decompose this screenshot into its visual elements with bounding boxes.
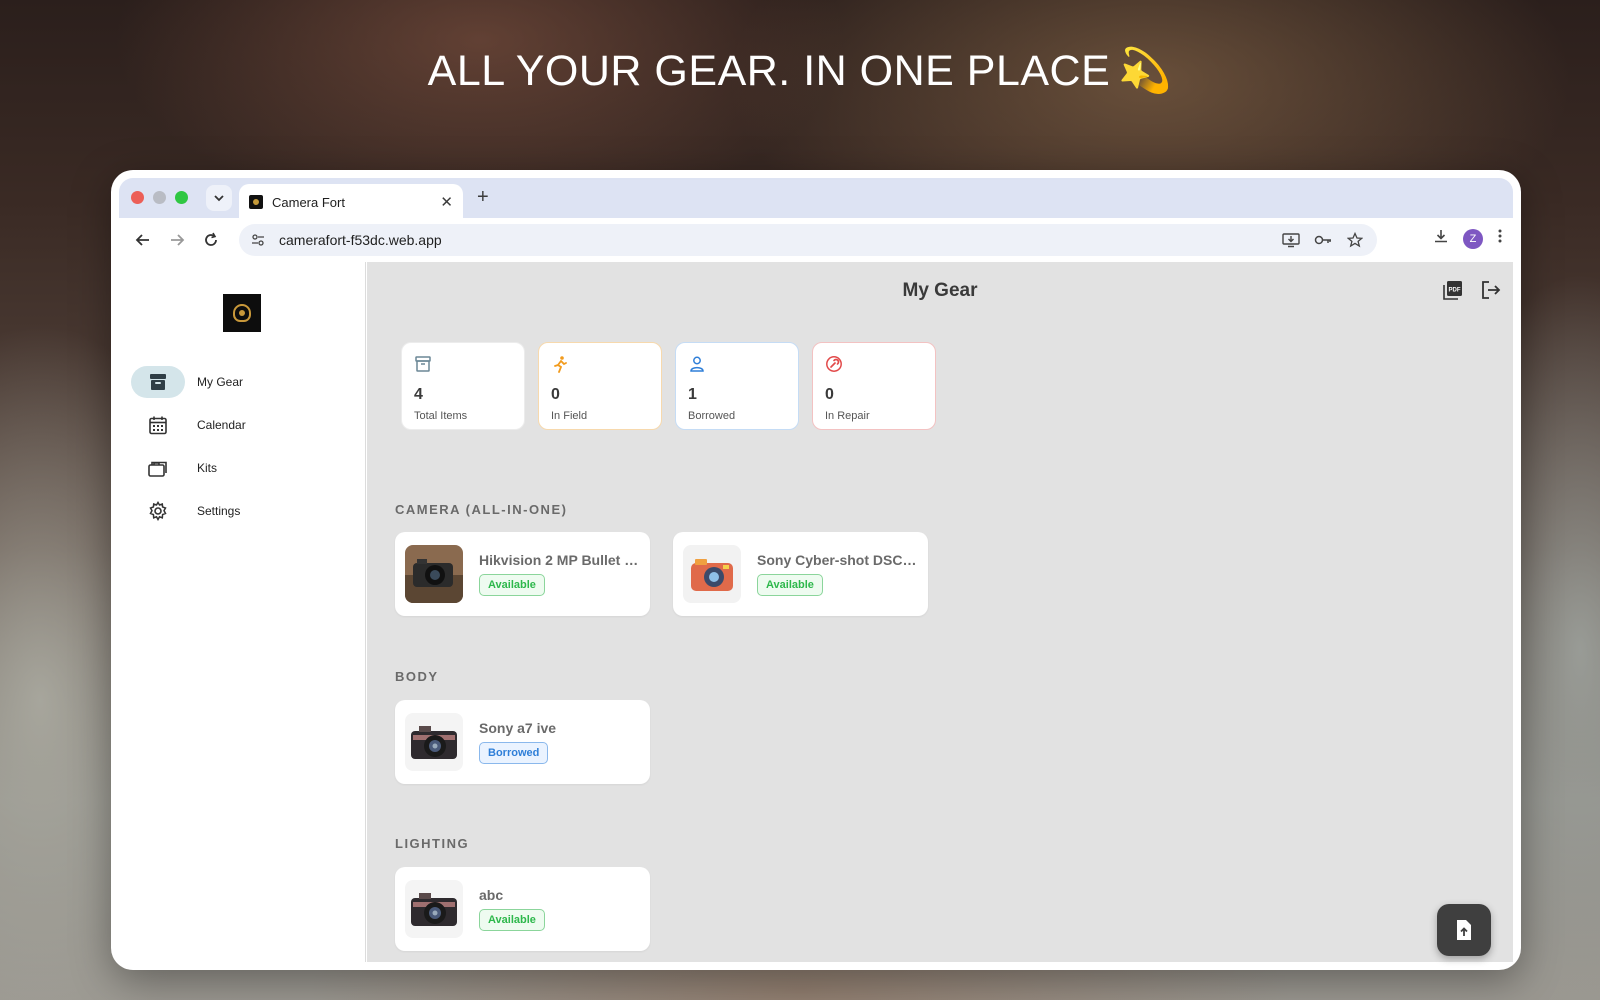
maximize-window-button[interactable] — [175, 191, 188, 204]
pdf-icon: PDF — [1443, 281, 1462, 300]
sidebar-item-calendar[interactable]: Calendar — [131, 409, 351, 441]
stat-label: In Field — [551, 410, 588, 422]
gear-card[interactable]: Sony Cyber-shot DSC-RX100 Available — [673, 532, 928, 616]
sidebar-item-label: My Gear — [197, 375, 244, 389]
sidebar-item-label: Calendar — [197, 418, 246, 432]
kits-icon — [131, 452, 185, 484]
stat-label: In Repair — [825, 410, 870, 422]
gear-card[interactable]: abc Available — [395, 867, 650, 951]
close-window-button[interactable] — [131, 191, 144, 204]
arrow-right-icon — [171, 234, 185, 246]
browser-toolbar: camerafort-f53dc.web.app Z — [119, 218, 1513, 262]
chevron-down-icon — [214, 195, 224, 202]
favicon-icon — [249, 195, 263, 209]
running-person-icon — [554, 356, 567, 373]
export-pdf-button[interactable]: PDF — [1441, 278, 1465, 302]
gear-thumbnail — [405, 713, 463, 771]
file-upload-icon — [1457, 920, 1471, 940]
stat-card-in-field: 0 In Field — [538, 342, 662, 430]
gear-thumbnail — [405, 880, 463, 938]
calendar-icon — [131, 409, 185, 441]
logout-icon — [1482, 281, 1501, 299]
svg-text:PDF: PDF — [1449, 288, 1461, 294]
tab-close-icon[interactable]: ✕ — [440, 193, 453, 211]
sidebar-item-label: Kits — [197, 461, 218, 475]
tab-title: Camera Fort — [272, 194, 345, 210]
import-file-button[interactable] — [1437, 904, 1491, 956]
section-title: LIGHTING — [395, 836, 470, 851]
status-badge: Borrowed — [479, 742, 549, 764]
browser-tab-strip: Camera Fort ✕ + — [119, 178, 1513, 220]
stat-value: 0 — [551, 386, 560, 403]
sidebar-item-settings[interactable]: Settings — [131, 495, 351, 527]
gear-thumbnail — [683, 545, 741, 603]
gear-card[interactable]: Sony a7 ive Borrowed — [395, 700, 650, 784]
sidebar-item-my-gear[interactable]: My Gear — [131, 366, 351, 398]
dizzy-emoji: 💫 — [1118, 47, 1173, 95]
app-sidebar: My Gear Calendar Kits Settings — [119, 262, 366, 962]
headline-text: ALL YOUR GEAR. IN ONE PLACE — [427, 47, 1111, 95]
section-title: BODY — [395, 669, 439, 684]
address-bar[interactable]: camerafort-f53dc.web.app — [239, 224, 1377, 256]
back-button[interactable] — [131, 228, 155, 252]
stat-label: Borrowed — [688, 410, 736, 422]
logout-button[interactable] — [1479, 278, 1503, 302]
site-settings-icon[interactable] — [249, 231, 267, 249]
gear-thumbnail — [405, 545, 463, 603]
stat-value: 1 — [688, 386, 697, 403]
more-menu-icon[interactable] — [1497, 228, 1503, 249]
archive-icon — [415, 356, 431, 372]
stat-card-in-repair: 0 In Repair — [812, 342, 936, 430]
minimize-window-button[interactable] — [153, 191, 166, 204]
reload-icon — [205, 232, 217, 246]
main-content: My Gear PDF 4 Total Items 0 In Field 1 B… — [367, 262, 1513, 962]
gear-name: Sony Cyber-shot DSC-RX100 — [757, 552, 917, 568]
reload-button[interactable] — [199, 228, 223, 252]
tab-search-button[interactable] — [206, 185, 232, 211]
new-tab-button[interactable]: + — [477, 186, 489, 209]
bookmark-star-icon[interactable] — [1345, 230, 1365, 250]
gear-icon — [131, 495, 185, 527]
arrow-left-icon — [135, 234, 149, 246]
status-badge: Available — [757, 574, 823, 596]
sidebar-item-label: Settings — [197, 504, 241, 518]
section-title: CAMERA (ALL-IN-ONE) — [395, 502, 568, 517]
gear-name: Hikvision 2 MP Bullet Camera — [479, 552, 639, 568]
repair-icon — [826, 356, 842, 372]
stat-card-borrowed: 1 Borrowed — [675, 342, 799, 430]
install-app-icon[interactable] — [1281, 230, 1301, 250]
forward-button[interactable] — [165, 228, 189, 252]
stat-card-total-items: 4 Total Items — [401, 342, 525, 430]
page-title: My Gear — [902, 280, 978, 301]
status-badge: Available — [479, 909, 545, 931]
status-badge: Available — [479, 574, 545, 596]
browser-window: Camera Fort ✕ + camerafort-f53dc.web.app — [111, 170, 1521, 970]
sidebar-item-kits[interactable]: Kits — [131, 452, 351, 484]
archive-box-icon — [131, 366, 185, 398]
camera-fort-logo[interactable] — [223, 294, 261, 332]
stat-value: 0 — [825, 386, 834, 403]
gear-card[interactable]: Hikvision 2 MP Bullet Camera Available — [395, 532, 650, 616]
url-text: camerafort-f53dc.web.app — [279, 232, 442, 248]
promo-headline: ALL YOUR GEAR. IN ONE PLACE 💫 — [0, 46, 1600, 96]
gear-name: Sony a7 ive — [479, 720, 557, 736]
password-key-icon[interactable] — [1313, 230, 1333, 250]
stat-value: 4 — [414, 386, 423, 403]
stat-label: Total Items — [414, 410, 468, 422]
person-icon — [690, 356, 704, 372]
downloads-icon[interactable] — [1433, 228, 1449, 249]
browser-tab[interactable]: Camera Fort ✕ — [239, 184, 463, 220]
profile-avatar[interactable]: Z — [1463, 228, 1483, 249]
gear-name: abc — [479, 887, 504, 903]
